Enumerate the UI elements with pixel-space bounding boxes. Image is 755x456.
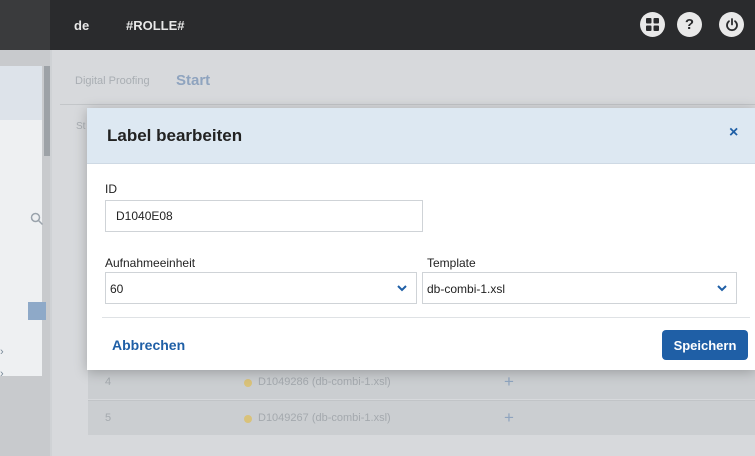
row-number: 5 <box>105 412 112 424</box>
help-icon: ? <box>684 16 695 33</box>
left-panel: › › <box>0 50 50 456</box>
id-label: ID <box>105 182 117 196</box>
row-number: 4 <box>105 376 112 388</box>
row-label: D1049267 (db-combi-1.xsl) <box>258 412 391 424</box>
dialog-title: Label bearbeiten <box>107 126 243 145</box>
template-select[interactable]: db-combi-1.xsl <box>422 272 737 304</box>
top-bar: de #ROLLE# ? <box>0 0 755 50</box>
language-selector[interactable]: de <box>74 18 89 33</box>
cancel-button[interactable]: Abbrechen <box>112 337 185 353</box>
status-dot <box>244 415 252 423</box>
add-icon[interactable]: + <box>504 372 514 392</box>
left-panel-scrollbar[interactable] <box>44 66 50 156</box>
logout-button[interactable] <box>719 12 744 37</box>
unit-select[interactable]: 60 <box>105 272 417 304</box>
template-label: Template <box>427 256 476 270</box>
power-icon <box>725 17 738 31</box>
left-panel-action-button[interactable] <box>28 302 46 320</box>
left-panel-selected-item[interactable] <box>0 66 42 120</box>
save-button[interactable]: Speichern <box>662 330 748 360</box>
table-row[interactable]: 5 D1049267 (db-combi-1.xsl) + <box>88 400 755 435</box>
chevron-down-icon <box>717 285 727 292</box>
help-button[interactable]: ? <box>677 12 702 37</box>
top-bar-left-strip <box>0 0 50 50</box>
unit-label: Aufnahmeeinheit <box>105 256 196 270</box>
close-icon[interactable]: × <box>729 124 738 142</box>
chevron-right-icon[interactable]: › <box>0 368 4 380</box>
template-select-value: db-combi-1.xsl <box>427 282 506 296</box>
chevron-right-icon[interactable]: › <box>0 346 4 358</box>
chevron-down-icon <box>397 285 407 292</box>
search-icon[interactable] <box>30 212 44 226</box>
grid-icon <box>646 18 659 31</box>
section-label: St <box>76 121 86 132</box>
apps-button[interactable] <box>640 12 665 37</box>
id-input[interactable] <box>105 200 423 232</box>
row-label: D1049286 (db-combi-1.xsl) <box>258 376 391 388</box>
add-icon[interactable]: + <box>504 408 514 428</box>
breadcrumb-divider <box>60 104 755 105</box>
unit-select-value: 60 <box>110 282 124 296</box>
breadcrumb-current: Start <box>176 72 211 89</box>
edit-label-dialog: Label bearbeiten × ID Aufnahmeeinheit 60… <box>87 108 755 370</box>
status-dot <box>244 379 252 387</box>
dialog-divider <box>102 317 750 318</box>
dialog-header: Label bearbeiten × <box>87 108 755 164</box>
breadcrumb-parent[interactable]: Digital Proofing <box>75 75 150 87</box>
role-label: #ROLLE# <box>126 18 185 33</box>
